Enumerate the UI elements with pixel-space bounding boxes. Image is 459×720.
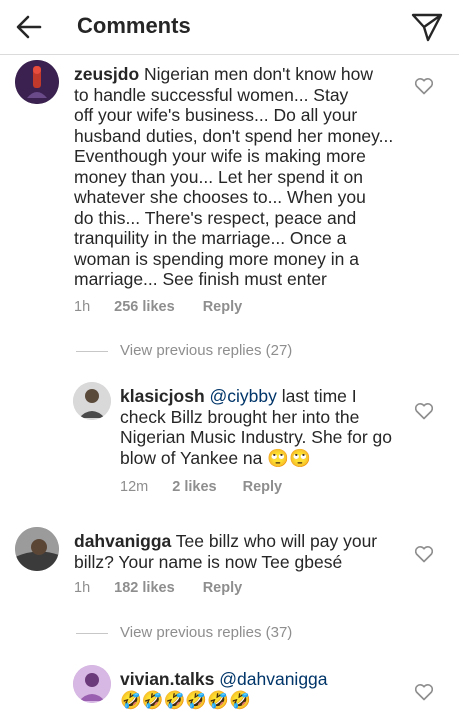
- top-bar: Comments: [0, 0, 459, 55]
- mention-link[interactable]: @ciybby: [210, 386, 277, 406]
- comment-meta: 1h 182 likes Reply: [74, 580, 242, 596]
- username[interactable]: vivian.talks: [120, 669, 214, 689]
- view-previous-replies[interactable]: View previous replies (27): [76, 342, 316, 362]
- likes-count[interactable]: 182 likes: [114, 580, 174, 596]
- comment-text: dahvanigga Tee billz who will pay your b…: [74, 531, 378, 572]
- comment-time: 12m: [120, 479, 149, 495]
- likes-count[interactable]: 256 likes: [114, 299, 174, 315]
- likes-count[interactable]: 2 likes: [172, 479, 216, 495]
- divider: [76, 633, 108, 634]
- comment-text: klasicjosh @ciybby last time I check Bil…: [120, 386, 393, 468]
- heart-icon[interactable]: [414, 683, 434, 701]
- comment-text: vivian.talks @dahvanigga 🤣🤣🤣🤣🤣🤣: [120, 669, 328, 710]
- reply-button[interactable]: Reply: [203, 299, 243, 315]
- reply-button[interactable]: Reply: [243, 479, 283, 495]
- heart-icon[interactable]: [414, 77, 434, 95]
- comment-time: 1h: [74, 580, 91, 596]
- avatar[interactable]: [15, 527, 59, 571]
- page-title: Comments: [77, 13, 191, 38]
- mention-link[interactable]: @dahvanigga: [219, 669, 327, 689]
- view-previous-replies[interactable]: View previous replies (37): [76, 624, 316, 644]
- avatar[interactable]: [73, 382, 111, 420]
- username[interactable]: klasicjosh: [120, 386, 205, 406]
- avatar[interactable]: [15, 60, 59, 104]
- comment-meta: 1h 256 likes Reply: [74, 299, 242, 315]
- comment-text: zeusjdo Nigerian men don't know how to h…: [74, 64, 394, 289]
- reply-button[interactable]: Reply: [203, 580, 243, 596]
- comment-meta: 12m 2 likes Reply: [120, 479, 282, 495]
- username[interactable]: zeusjdo: [74, 64, 139, 84]
- heart-icon[interactable]: [414, 545, 434, 563]
- avatar[interactable]: [73, 665, 111, 703]
- username[interactable]: dahvanigga: [74, 531, 171, 551]
- arrow-left-icon[interactable]: [14, 12, 44, 42]
- heart-icon[interactable]: [414, 402, 434, 420]
- paper-plane-icon[interactable]: [410, 11, 444, 43]
- comment-time: 1h: [74, 299, 91, 315]
- divider: [76, 351, 108, 352]
